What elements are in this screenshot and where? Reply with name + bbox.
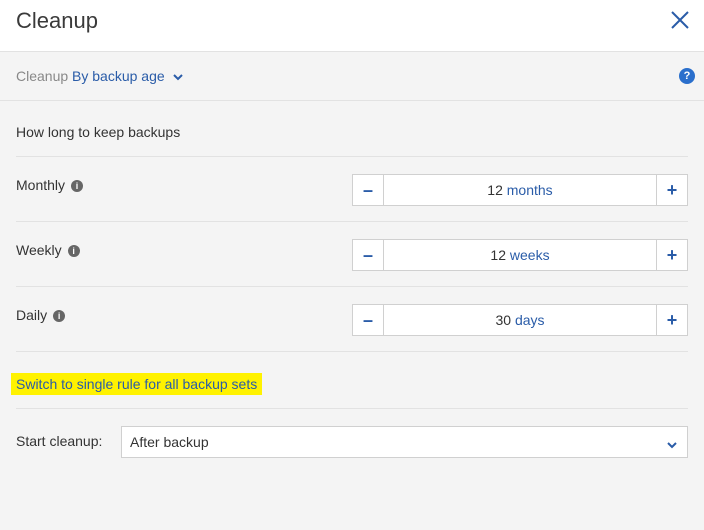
- stepper-unit[interactable]: weeks: [510, 247, 550, 263]
- row-label-text: Monthly: [16, 177, 66, 193]
- retention-row-monthly: Monthly i – 12 months +: [16, 157, 688, 222]
- stepper-unit[interactable]: months: [507, 182, 553, 198]
- row-label: Monthly i: [16, 177, 84, 193]
- switch-rule-row: Switch to single rule for all backup set…: [11, 360, 688, 409]
- cleanup-mode-label: Cleanup: [16, 68, 69, 84]
- row-label-text: Weekly: [16, 242, 62, 258]
- decrement-button[interactable]: –: [353, 305, 384, 335]
- dialog-title: Cleanup: [16, 8, 98, 33]
- stepper-number: 12: [490, 247, 506, 263]
- retention-settings: How long to keep backups Monthly i – 12 m…: [11, 100, 688, 473]
- cleanup-mode-bar: Cleanup By backup age: [0, 52, 704, 101]
- chevron-down-icon[interactable]: [667, 437, 677, 455]
- chevron-down-icon[interactable]: [172, 69, 183, 85]
- weekly-stepper: – 12 weeks +: [352, 239, 688, 271]
- stepper-unit[interactable]: days: [515, 312, 545, 328]
- row-label: Daily i: [16, 307, 66, 323]
- stepper-number: 30: [495, 312, 512, 328]
- info-icon[interactable]: i: [67, 245, 80, 257]
- decrement-button[interactable]: –: [353, 240, 384, 270]
- help-icon[interactable]: ?: [679, 68, 695, 84]
- increment-button[interactable]: +: [656, 175, 687, 205]
- increment-button[interactable]: +: [656, 240, 687, 270]
- stepper-value[interactable]: 12 weeks: [384, 240, 656, 270]
- daily-stepper: – 30 days +: [352, 304, 688, 336]
- close-icon[interactable]: [668, 8, 692, 32]
- row-label: Weekly i: [16, 242, 80, 258]
- start-cleanup-select[interactable]: After backup: [121, 426, 688, 458]
- dialog-header: Cleanup: [0, 0, 704, 52]
- info-icon[interactable]: i: [71, 180, 84, 192]
- row-label-text: Daily: [16, 307, 48, 323]
- stepper-value[interactable]: 12 months: [384, 175, 656, 205]
- start-cleanup-row: Start cleanup: After backup: [16, 409, 688, 473]
- info-icon[interactable]: i: [53, 310, 66, 322]
- cleanup-dialog: Cleanup Cleanup By backup age ? How long…: [0, 0, 704, 530]
- retention-row-daily: Daily i – 30 days +: [16, 287, 688, 352]
- retention-row-weekly: Weekly i – 12 weeks +: [16, 222, 688, 287]
- switch-to-single-rule-link[interactable]: Switch to single rule for all backup set…: [11, 373, 263, 395]
- start-cleanup-value: After backup: [130, 434, 209, 450]
- monthly-stepper: – 12 months +: [352, 174, 688, 206]
- stepper-number: 12: [487, 182, 503, 198]
- increment-button[interactable]: +: [656, 305, 687, 335]
- section-title: How long to keep backups: [16, 100, 688, 157]
- cleanup-mode-value[interactable]: By backup age: [72, 68, 165, 84]
- cleanup-mode-selector[interactable]: Cleanup By backup age: [16, 68, 183, 85]
- start-cleanup-label: Start cleanup:: [16, 433, 103, 449]
- decrement-button[interactable]: –: [353, 175, 384, 205]
- stepper-value[interactable]: 30 days: [384, 305, 656, 335]
